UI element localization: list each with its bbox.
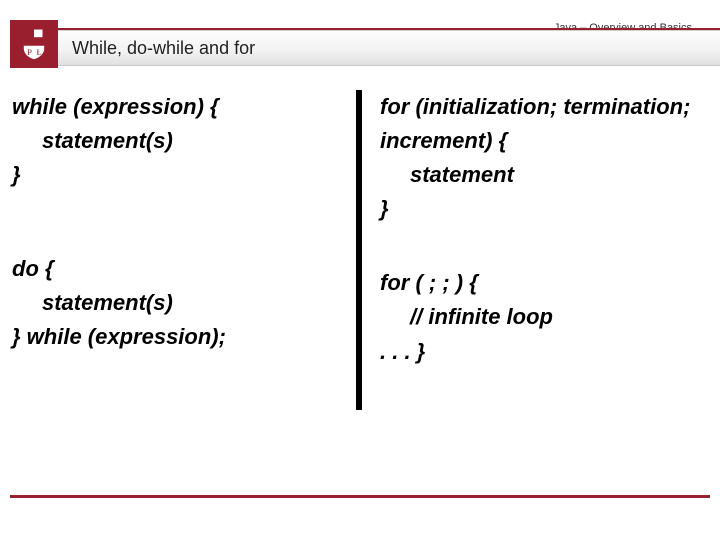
code-line: while (expression) { — [12, 90, 342, 124]
header: Java – Overview and Basics P Ł While, do… — [0, 0, 720, 72]
code-text: statement — [410, 162, 514, 187]
code-text: statement(s) — [42, 128, 173, 153]
infinite-for-block: for ( ; ; ) { // infinite loop . . . } — [380, 266, 710, 368]
code-line: for ( ; ; ) { — [380, 266, 710, 300]
code-text: // infinite loop — [410, 304, 553, 329]
svg-text:P: P — [27, 47, 32, 57]
code-line: do { — [12, 252, 342, 286]
content: while (expression) { statement(s) } do {… — [12, 90, 710, 480]
page-title: While, do-while and for — [58, 38, 255, 59]
code-line: statement(s) — [12, 286, 342, 320]
code-line: // infinite loop — [380, 300, 710, 334]
code-line: . . . } — [380, 335, 710, 369]
code-line: statement(s) — [12, 124, 342, 158]
code-line: statement — [380, 158, 710, 192]
for-block: for (initialization; termination; increm… — [380, 90, 710, 226]
code-line: } while (expression); — [12, 320, 342, 354]
svg-text:Ł: Ł — [37, 47, 42, 57]
shield-icon: P Ł — [17, 27, 51, 61]
code-line: } — [12, 158, 342, 192]
university-logo: P Ł — [10, 20, 58, 68]
code-line: } — [380, 192, 710, 226]
left-column: while (expression) { statement(s) } do {… — [12, 90, 356, 480]
code-line: for (initialization; termination; increm… — [380, 90, 710, 158]
while-block: while (expression) { statement(s) } — [12, 90, 342, 192]
code-text: statement(s) — [42, 290, 173, 315]
do-while-block: do { statement(s) } while (expression); — [12, 252, 342, 354]
title-bar: While, do-while and for — [58, 30, 720, 66]
right-column: for (initialization; termination; increm… — [362, 90, 710, 480]
footer-rule — [10, 495, 710, 498]
